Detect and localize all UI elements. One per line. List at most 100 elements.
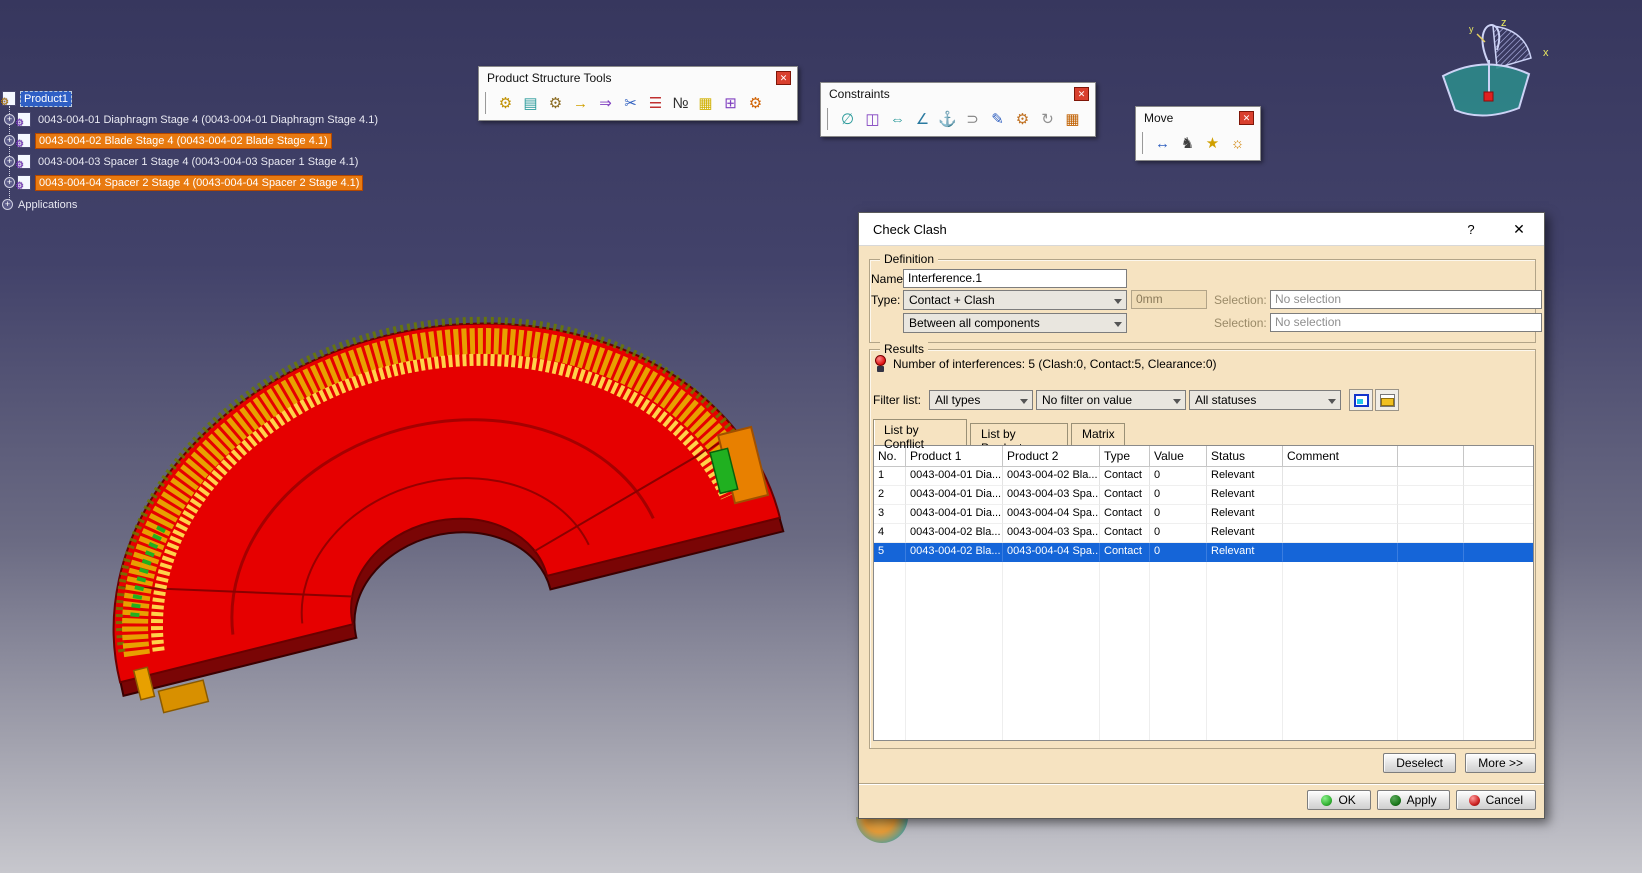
chevron-down-icon [1328,399,1336,404]
tab-list-by-product[interactable]: List by Product [970,423,1068,445]
dialog-title: Check Clash [873,222,947,237]
col-type[interactable]: Type [1100,446,1150,467]
toolbar-grip[interactable] [485,92,488,114]
tree-item-label[interactable]: 0043-004-03 Spacer 1 Stage 4 (0043-004-0… [35,155,361,169]
close-icon[interactable]: ✕ [776,71,791,85]
toolbar-product-structure: Product Structure Tools ✕ ⚙ ▤ ⚙ → ⇒ ✂ ☰ … [478,66,798,121]
insert-existing-component-icon[interactable]: → [568,91,593,115]
new-component-icon[interactable]: ⚙ [493,91,518,115]
selection1-field[interactable]: No selection [1270,290,1542,309]
filter-status-dropdown[interactable]: All statuses [1189,390,1341,410]
explode-icon[interactable]: ☼ [1225,131,1250,155]
product-icon: ⚙ [2,91,16,106]
dialog-separator [859,783,1544,785]
manage-representations-icon[interactable]: ⊞ [718,91,743,115]
fix-together-icon[interactable]: ⊃ [960,107,985,131]
snap-icon[interactable]: ♞ [1175,131,1200,155]
model-viewport[interactable] [50,295,860,725]
clearance-input: 0mm [1131,290,1207,309]
tree-item-blade[interactable]: + ⚙ 0043-004-02 Blade Stage 4 (0043-004-… [4,130,381,151]
table-row[interactable]: 30043-004-01 Dia... 0043-004-04 Spa...Co… [874,505,1533,524]
export-report-icon[interactable] [1375,389,1399,411]
selection2-field[interactable]: No selection [1270,313,1542,332]
tree-item-applications[interactable]: + Applications [2,194,381,215]
toolbar-move: Move ✕ ↔ ♞ ★ ☼ [1135,106,1261,161]
flexible-rigid-icon[interactable]: ⚙ [1010,107,1035,131]
manipulation-icon[interactable]: ↔ [1150,131,1175,155]
tab-matrix[interactable]: Matrix [1071,423,1125,445]
part-icon: ⚙ [17,154,31,169]
new-part-icon[interactable]: ⚙ [543,91,568,115]
deselect-button[interactable]: Deselect [1383,753,1456,773]
change-constraint-icon[interactable]: ↻ [1035,107,1060,131]
table-row-selected[interactable]: 50043-004-02 Bla... 0043-004-04 Spa...Co… [874,543,1533,562]
col-status[interactable]: Status [1207,446,1283,467]
replace-component-icon[interactable]: ⇒ [593,91,618,115]
more-button[interactable]: More >> [1465,753,1536,773]
dialog-titlebar[interactable]: Check Clash ? ✕ [859,213,1544,246]
scope-dropdown[interactable]: Between all components [903,313,1127,333]
tree-item-label[interactable]: 0043-004-04 Spacer 2 Stage 4 (0043-004-0… [35,175,363,191]
toolbar-grip[interactable] [1142,132,1145,154]
name-input[interactable]: Interference.1 [903,269,1127,288]
results-legend: Results [880,342,928,356]
contact-constraint-icon[interactable]: ◫ [860,107,885,131]
offset-constraint-icon[interactable]: ⇔ [885,107,910,131]
expand-icon[interactable]: + [4,135,15,146]
col-value[interactable]: Value [1150,446,1207,467]
break-link-icon[interactable]: ✂ [618,91,643,115]
interference-count-text: Number of interferences: 5 (Clash:0, Con… [893,357,1216,371]
expand-icon[interactable]: + [4,114,15,125]
anchor-constraint-icon[interactable]: ⚓ [935,107,960,131]
multi-instantiation-icon[interactable]: ⚙ [743,91,768,115]
compass-z-label: z [1501,17,1507,29]
tree-root[interactable]: ⚙ Product1 [2,88,381,109]
table-header: No. Product 1 Product 2 Type Value Statu… [874,446,1533,467]
tree-item-spacer2[interactable]: + ⚙ 0043-004-04 Spacer 2 Stage 4 (0043-0… [4,172,381,193]
filter-list-label: Filter list: [873,393,921,407]
toolbar-grip[interactable] [827,108,830,130]
chevron-down-icon [1114,322,1122,327]
quick-constraint-icon[interactable]: ✎ [985,107,1010,131]
table-row[interactable]: 20043-004-01 Dia... 0043-004-03 Spa...Co… [874,486,1533,505]
tree-item-label[interactable]: Applications [15,198,80,212]
ok-button[interactable]: OK [1307,790,1371,810]
expand-icon[interactable]: + [4,156,15,167]
help-icon[interactable]: ? [1460,222,1482,237]
expand-icon[interactable]: + [2,199,13,210]
ok-sphere-icon [1321,795,1332,806]
graph-tree-reordering-icon[interactable]: ☰ [643,91,668,115]
generate-numbering-icon[interactable]: № [668,91,693,115]
close-icon[interactable]: ✕ [1074,87,1089,101]
cancel-sphere-icon [1469,795,1480,806]
table-row[interactable]: 40043-004-02 Bla... 0043-004-03 Spa...Co… [874,524,1533,543]
filter-value-dropdown[interactable]: No filter on value [1036,390,1186,410]
compass-y-label: y [1469,24,1474,34]
new-product-icon[interactable]: ▤ [518,91,543,115]
tab-list-by-conflict[interactable]: List by Conflict [873,419,967,445]
table-row[interactable]: 10043-004-01 Dia... 0043-004-02 Bla...Co… [874,467,1533,486]
apply-button[interactable]: Apply [1377,790,1450,810]
tree-item-diaphragm[interactable]: + ⚙ 0043-004-01 Diaphragm Stage 4 (0043-… [4,109,381,130]
col-product2[interactable]: Product 2 [1003,446,1100,467]
angle-constraint-icon[interactable]: ∠ [910,107,935,131]
type-dropdown[interactable]: Contact + Clash [903,290,1127,310]
compass[interactable]: z x y [1425,10,1560,128]
filter-types-dropdown[interactable]: All types [929,390,1033,410]
expand-icon[interactable]: + [4,177,15,188]
cancel-button[interactable]: Cancel [1456,790,1536,810]
compass-anchor[interactable] [1484,92,1493,101]
reuse-pattern-icon[interactable]: ▦ [1060,107,1085,131]
visualization-filter-icon[interactable] [1349,389,1373,411]
tree-item-spacer1[interactable]: + ⚙ 0043-004-03 Spacer 1 Stage 4 (0043-0… [4,151,381,172]
col-comment[interactable]: Comment [1283,446,1398,467]
interference-lamp-icon [875,355,886,372]
close-icon[interactable]: ✕ [1239,111,1254,125]
tree-root-label[interactable]: Product1 [20,91,72,107]
coincidence-constraint-icon[interactable]: ∅ [835,107,860,131]
selective-load-icon[interactable]: ▦ [693,91,718,115]
tree-item-label[interactable]: 0043-004-01 Diaphragm Stage 4 (0043-004-… [35,113,381,127]
smart-move-icon[interactable]: ★ [1200,131,1225,155]
tree-item-label[interactable]: 0043-004-02 Blade Stage 4 (0043-004-02 B… [35,133,332,149]
close-icon[interactable]: ✕ [1508,221,1530,238]
